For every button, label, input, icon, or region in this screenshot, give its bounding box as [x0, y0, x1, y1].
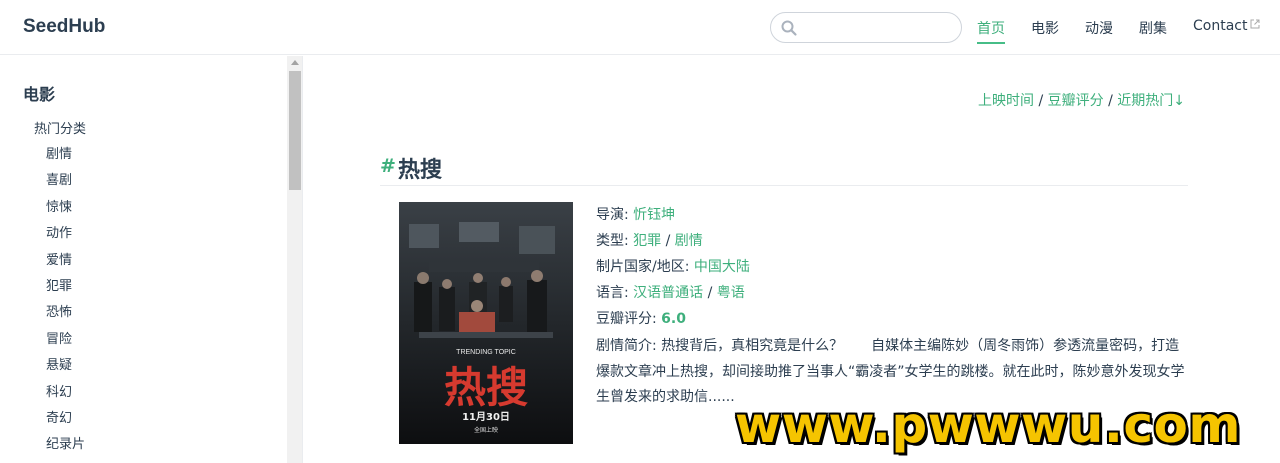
- nav-movies[interactable]: 电影: [1031, 18, 1059, 42]
- poster-release-date: 11月30日: [462, 411, 510, 423]
- country-label: 制片国家/地区:: [596, 259, 694, 275]
- poster-english-title: TRENDING TOPIC: [456, 349, 516, 356]
- sort-links: 上映时间 / 豆瓣评分 / 近期热门↓: [978, 90, 1185, 110]
- poster-release-sub: 全国上映: [474, 426, 498, 434]
- genre-link[interactable]: 犯罪: [633, 233, 661, 249]
- sidebar-scrollbar[interactable]: [287, 56, 302, 463]
- sidebar-sub-title[interactable]: 热门分类: [34, 118, 86, 137]
- scrollbar-thumb[interactable]: [289, 71, 301, 190]
- sidebar-item-mystery[interactable]: 悬疑: [46, 357, 85, 383]
- top-navbar: SeedHub 首页 电影 动漫 剧集 Contact: [0, 0, 1280, 55]
- sort-separator: /: [1103, 93, 1118, 109]
- genre-label: 类型:: [596, 233, 634, 249]
- scroll-up-arrow-icon[interactable]: [291, 60, 299, 65]
- movie-title: 热搜: [398, 158, 443, 183]
- rating-label: 豆瓣评分:: [596, 311, 662, 327]
- sort-by-trending-label: 近期热门: [1117, 93, 1174, 109]
- language-link[interactable]: 粤语: [717, 285, 745, 301]
- sidebar-item-crime[interactable]: 犯罪: [46, 278, 85, 304]
- sidebar-item-romance[interactable]: 爱情: [46, 252, 85, 278]
- genre-row: 类型: 犯罪 / 剧情: [596, 233, 703, 249]
- sidebar-item-action[interactable]: 动作: [46, 225, 85, 251]
- sort-arrow-icon: ↓: [1173, 93, 1185, 109]
- sidebar-item-adventure[interactable]: 冒险: [46, 331, 85, 357]
- director-label: 导演:: [596, 207, 634, 223]
- movie-info: 导演: 忻钰坤 类型: 犯罪 / 剧情 制片国家/地区: 中国大陆 语言: 汉语…: [596, 204, 1192, 411]
- sidebar-item-thriller[interactable]: 惊悚: [46, 199, 85, 225]
- nav-series[interactable]: 剧集: [1139, 18, 1167, 42]
- sort-by-trending[interactable]: 近期热门↓: [1117, 93, 1185, 109]
- sidebar-item-drama[interactable]: 剧情: [46, 146, 85, 172]
- sidebar-item-horror[interactable]: 恐怖: [46, 304, 85, 330]
- nav-anime[interactable]: 动漫: [1085, 18, 1113, 42]
- language-label: 语言:: [596, 285, 634, 301]
- country-row: 制片国家/地区: 中国大陆: [596, 256, 1192, 282]
- sidebar-item-scifi[interactable]: 科幻: [46, 384, 85, 410]
- language-link[interactable]: 汉语普通话: [633, 285, 703, 301]
- nav-contact[interactable]: Contact: [1193, 18, 1260, 38]
- sort-separator: /: [1034, 93, 1048, 109]
- genre-link[interactable]: 剧情: [675, 233, 703, 249]
- language-row: 语言: 汉语普通话 / 粤语: [596, 285, 745, 301]
- sidebar-category-list: 剧情 喜剧 惊悚 动作 爱情 犯罪 恐怖 冒险 悬疑 科幻 奇幻 纪录片: [46, 146, 85, 463]
- watermark-text: www.pwwwu.com: [735, 396, 1241, 454]
- sidebar-item-comedy[interactable]: 喜剧: [46, 172, 85, 198]
- rating-value: 6.0: [661, 311, 686, 327]
- sidebar-group-title[interactable]: 电影: [23, 81, 55, 105]
- movie-heading: # 热搜: [380, 152, 1188, 186]
- sort-by-release[interactable]: 上映时间: [978, 93, 1034, 109]
- anchor-hash-icon[interactable]: #: [380, 155, 396, 177]
- director-link[interactable]: 忻钰坤: [633, 207, 675, 223]
- sidebar-item-fantasy[interactable]: 奇幻: [46, 410, 85, 436]
- nav-links: 首页 电影 动漫 剧集 Contact: [0, 18, 1280, 44]
- poster-title-text: 热搜: [444, 363, 528, 412]
- sidebar: 电影 热门分类 剧情 喜剧 惊悚 动作 爱情 犯罪 恐怖 冒险 悬疑 科幻 奇幻…: [0, 56, 303, 463]
- nav-contact-label: Contact: [1193, 18, 1248, 34]
- sort-by-rating[interactable]: 豆瓣评分: [1048, 93, 1104, 109]
- movie-poster[interactable]: TRENDING TOPIC 热搜 11月30日 全国上映: [399, 202, 573, 444]
- poster-image: TRENDING TOPIC 热搜 11月30日 全国上映: [399, 202, 573, 444]
- nav-home[interactable]: 首页: [977, 18, 1005, 44]
- rating-row: 豆瓣评分: 6.0: [596, 308, 1192, 334]
- sidebar-item-documentary[interactable]: 纪录片: [46, 436, 85, 462]
- director-row: 导演: 忻钰坤: [596, 204, 1192, 230]
- country-link[interactable]: 中国大陆: [694, 259, 750, 275]
- external-link-icon: [1250, 19, 1260, 29]
